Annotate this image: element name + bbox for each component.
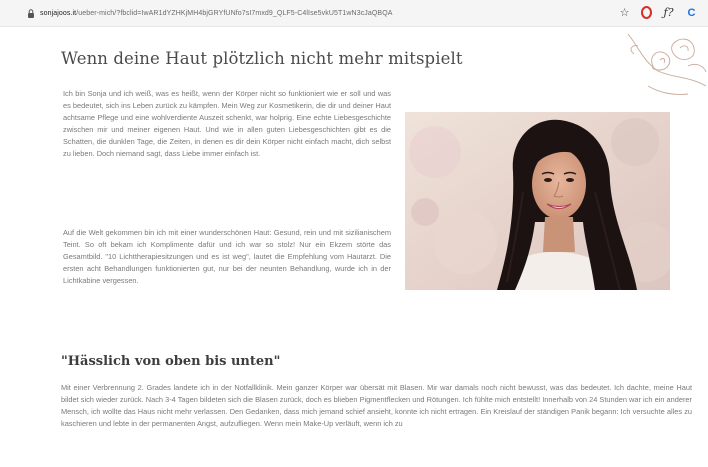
portrait-photo (405, 112, 670, 290)
browser-address-bar[interactable]: sonjajoos.it/ueber-mich/?fbclid=IwAR1dYZ… (0, 0, 708, 27)
browser-toolbar: ☆ ƒ? C (618, 6, 698, 19)
story-paragraph: Auf die Welt gekommen bin ich mit einer … (63, 228, 391, 285)
lock-icon[interactable] (26, 8, 36, 18)
section-heading: "Hässlich von oben bis unten" (61, 354, 281, 369)
floral-decoration (627, 33, 707, 95)
extension-icon[interactable]: C (685, 6, 698, 19)
opera-icon[interactable] (641, 6, 652, 19)
page-title: Wenn deine Haut plötzlich nicht mehr mit… (61, 49, 463, 68)
url-domain: sonjajoos.it (40, 9, 77, 17)
section-paragraph: Mit einer Verbrennung 2. Grades landete … (61, 383, 692, 428)
fx-icon[interactable]: ƒ? (662, 6, 675, 19)
url-text[interactable]: sonjajoos.it/ueber-mich/?fbclid=IwAR1dYZ… (40, 10, 393, 17)
star-icon[interactable]: ☆ (618, 6, 631, 19)
intro-paragraph: Ich bin Sonja und ich weiß, was es heißt… (63, 89, 391, 158)
url-path: /ueber-mich/?fbclid=IwAR1dYZHKjMH4bjGRYf… (76, 9, 393, 17)
